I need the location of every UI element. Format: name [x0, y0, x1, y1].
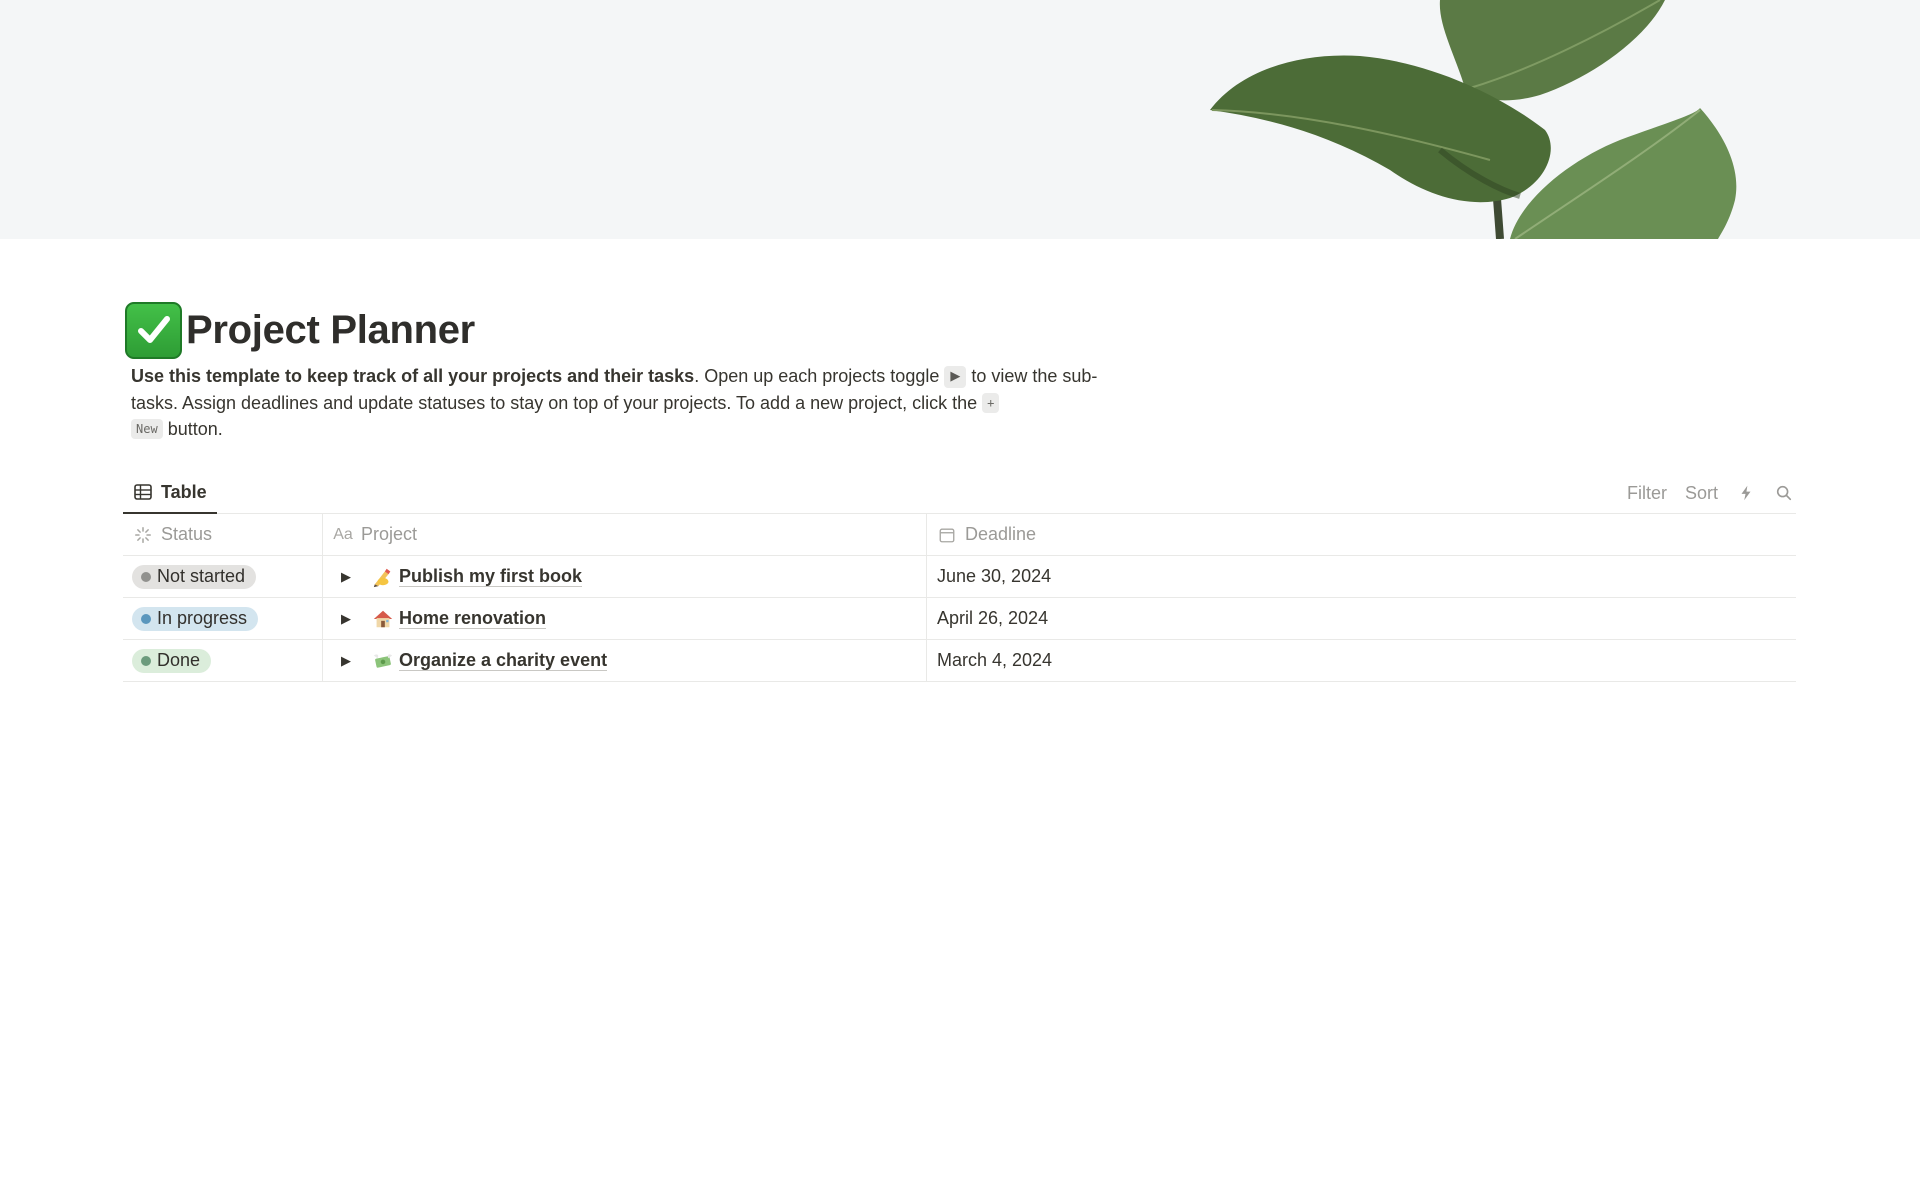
status-cell[interactable]: Done	[123, 640, 323, 681]
description-text-3: button.	[167, 419, 223, 440]
project-cell[interactable]: ▶ Home renovation	[323, 598, 927, 639]
writing-hand-icon	[371, 565, 395, 589]
status-badge[interactable]: In progress	[132, 606, 259, 631]
toggle-arrow-icon[interactable]: ▶	[335, 650, 357, 672]
table-header-row: Status Aa Project Deadline	[123, 514, 1796, 556]
deadline-value: March 4, 2024	[937, 650, 1053, 670]
table-row[interactable]: Done ▶ Organize a charity event March 4,…	[123, 640, 1796, 682]
table-row[interactable]: In progress ▶ Home renovation April 26, …	[123, 598, 1796, 640]
status-icon	[133, 525, 153, 545]
new-key-badge-label: New	[131, 419, 163, 440]
project-name[interactable]: Publish my first book	[399, 566, 583, 587]
status-label: In progress	[157, 608, 248, 628]
project-name[interactable]: Organize a charity event	[399, 650, 608, 671]
status-label: Not started	[157, 566, 246, 586]
deadline-cell[interactable]: March 4, 2024	[927, 640, 1796, 681]
toggle-key-badge: ▶	[944, 366, 967, 388]
page-description: Use this template to keep track of all y…	[131, 363, 1111, 443]
description-bold-text: Use this template to keep track of all y…	[131, 366, 695, 386]
project-name[interactable]: Home renovation	[399, 608, 547, 629]
column-header-deadline[interactable]: Deadline	[927, 514, 1796, 555]
status-badge[interactable]: Not started	[132, 564, 257, 589]
table-icon	[134, 484, 152, 500]
database-view-bar: Table Filter Sort	[123, 472, 1796, 514]
description-text-1: . Open up each projects toggle	[694, 366, 945, 386]
table-row[interactable]: Not started ▶ Publish my first book June…	[123, 556, 1796, 598]
page-cover	[0, 0, 1920, 239]
column-header-status[interactable]: Status	[123, 514, 323, 555]
status-cell[interactable]: In progress	[123, 598, 323, 639]
deadline-value: June 30, 2024	[937, 566, 1052, 586]
search-icon[interactable]	[1774, 483, 1794, 503]
page-title[interactable]: Project Planner	[186, 308, 475, 353]
page-header: Project Planner	[125, 300, 475, 360]
status-dot	[141, 571, 151, 582]
status-cell[interactable]: Not started	[123, 556, 323, 597]
column-header-label: Status	[161, 524, 213, 544]
column-header-label: Project	[361, 524, 418, 544]
status-dot	[141, 655, 151, 666]
lightning-icon[interactable]	[1736, 483, 1756, 503]
projects-table: Status Aa Project Deadline Not started ▶	[123, 514, 1796, 682]
status-badge[interactable]: Done	[132, 648, 212, 673]
check-mark-button-icon[interactable]	[125, 301, 182, 359]
project-cell[interactable]: ▶ Organize a charity event	[323, 640, 927, 681]
calendar-icon	[937, 525, 957, 545]
column-header-label: Deadline	[965, 524, 1037, 544]
toggle-arrow-icon[interactable]: ▶	[335, 566, 357, 588]
money-with-wings-icon	[371, 649, 395, 673]
deadline-value: April 26, 2024	[937, 608, 1049, 628]
status-dot	[141, 613, 151, 624]
deadline-cell[interactable]: April 26, 2024	[927, 598, 1796, 639]
status-label: Done	[157, 650, 201, 670]
view-tab-label: Table	[161, 481, 207, 502]
new-key-badge-plus: +	[982, 392, 1000, 413]
view-tab-table[interactable]: Table	[123, 472, 217, 514]
house-icon	[371, 607, 395, 631]
deadline-cell[interactable]: June 30, 2024	[927, 556, 1796, 597]
view-actions: Filter Sort	[1627, 472, 1796, 514]
toggle-arrow-icon[interactable]: ▶	[335, 608, 357, 630]
eucalyptus-cover-image	[0, 0, 1920, 239]
column-header-project[interactable]: Aa Project	[323, 514, 927, 555]
sort-button[interactable]: Sort	[1685, 483, 1718, 504]
project-cell[interactable]: ▶ Publish my first book	[323, 556, 927, 597]
text-property-icon: Aa	[333, 525, 353, 543]
filter-button[interactable]: Filter	[1627, 483, 1667, 504]
